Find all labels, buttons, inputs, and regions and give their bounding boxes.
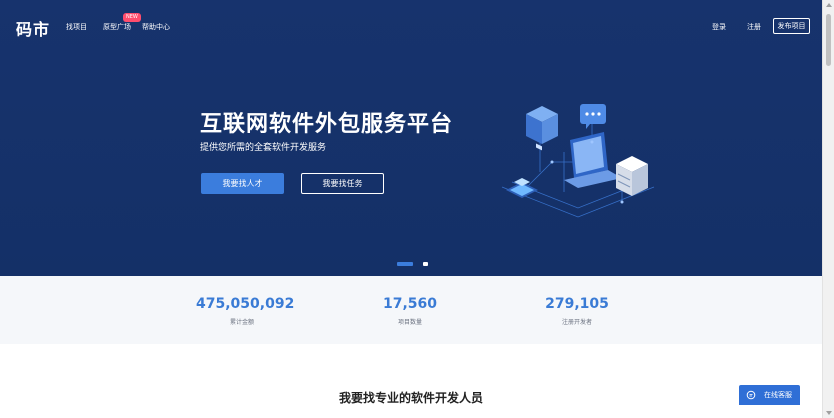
stats-bar: 475,050,092 累计金额 17,560 项目数量 279,105 注册开… <box>0 276 822 344</box>
scroll-thumb[interactable] <box>826 14 831 66</box>
stat-project-count: 17,560 项目数量 <box>370 296 450 326</box>
database-icon <box>616 156 648 196</box>
find-talent-button[interactable]: 我要找人才 <box>201 173 284 194</box>
online-service-button[interactable]: 在线客服 <box>739 385 800 405</box>
page: 码市 找项目 原型广场 NEW 帮助中心 登录 注册 发布项目 互联网软件外包服… <box>0 0 834 418</box>
logo[interactable]: 码市 <box>16 16 50 40</box>
chat-bubble-icon <box>580 104 606 129</box>
laptop-icon <box>564 132 622 188</box>
stat-label: 项目数量 <box>397 319 422 326</box>
hero-illustration <box>501 104 655 218</box>
nav-find-projects[interactable]: 找项目 <box>66 22 87 32</box>
nav-prototype-square[interactable]: 原型广场 <box>103 22 131 32</box>
chat-icon <box>746 390 756 400</box>
carousel-dot-active[interactable] <box>397 262 413 266</box>
stat-value: 475,050,092 <box>196 296 295 312</box>
login-link[interactable]: 登录 <box>712 22 726 32</box>
top-nav: 码市 找项目 原型广场 NEW 帮助中心 登录 注册 发布项目 <box>0 0 822 52</box>
find-task-button[interactable]: 我要找任务 <box>301 173 384 194</box>
hero-subtitle: 提供您所需的全套软件开发服务 <box>200 143 327 153</box>
stat-total-amount: 475,050,092 累计金额 <box>196 296 295 326</box>
hero-banner: 码市 找项目 原型广场 NEW 帮助中心 登录 注册 发布项目 互联网软件外包服… <box>0 0 822 276</box>
section-title: 我要找专业的软件开发人员 <box>338 391 483 405</box>
online-service-label: 在线客服 <box>764 391 792 399</box>
new-badge: NEW <box>123 13 141 22</box>
scrollbar[interactable] <box>822 0 834 418</box>
stat-developer-count: 279,105 注册开发者 <box>536 296 618 326</box>
stat-value: 279,105 <box>545 296 609 312</box>
hero-title: 互联网软件外包服务平台 <box>200 112 454 137</box>
nav-help-center[interactable]: 帮助中心 <box>142 22 170 32</box>
scroll-down-icon[interactable] <box>826 411 832 415</box>
carousel-dot[interactable] <box>423 262 428 266</box>
stat-label: 累计金额 <box>229 319 254 326</box>
register-link[interactable]: 注册 <box>747 22 761 32</box>
stat-label: 注册开发者 <box>561 319 592 326</box>
scroll-up-icon[interactable] <box>826 3 832 7</box>
stat-value: 17,560 <box>382 296 438 312</box>
publish-project-button[interactable]: 发布项目 <box>773 18 810 34</box>
server-icon <box>526 106 558 151</box>
